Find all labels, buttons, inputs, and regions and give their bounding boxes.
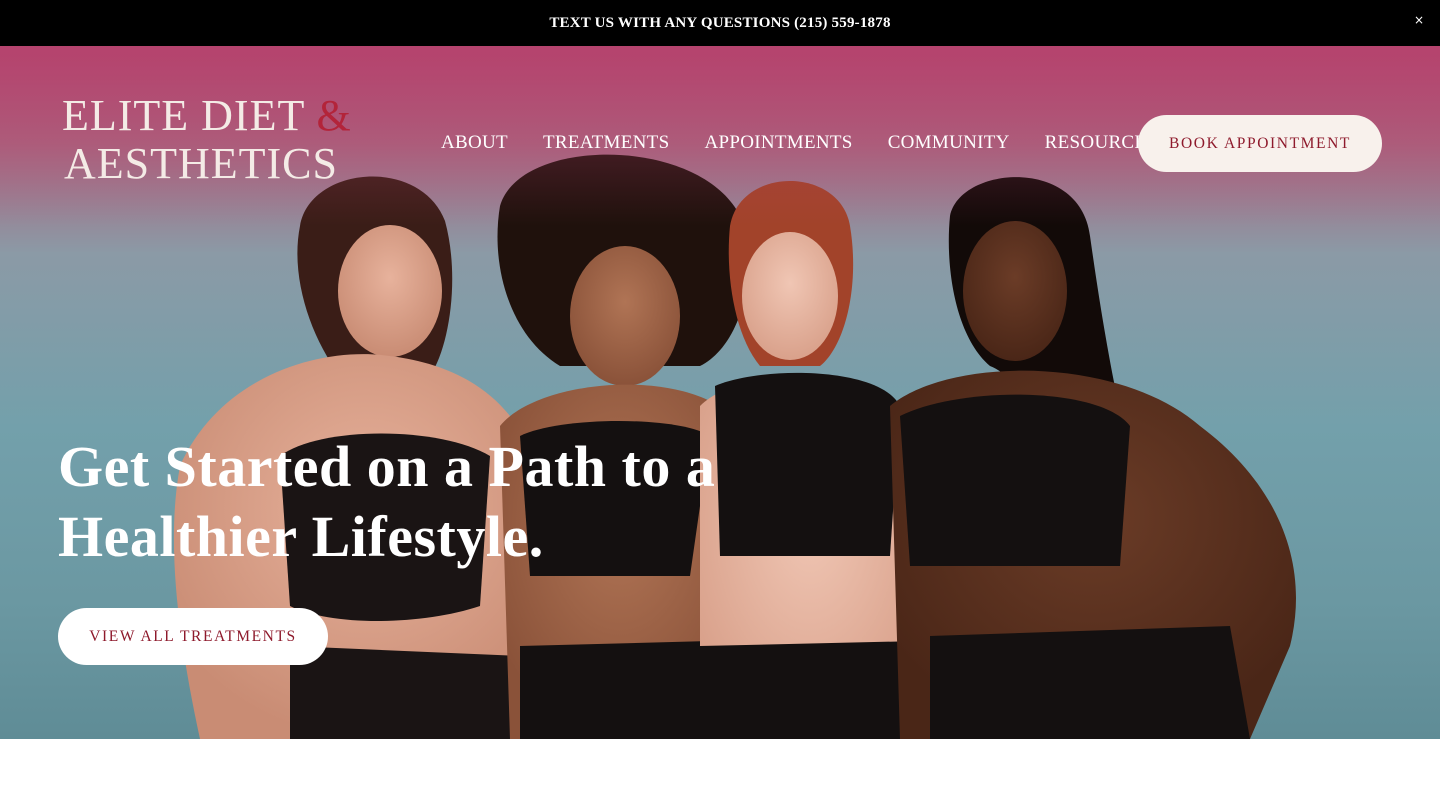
announcement-bar: TEXT US WITH ANY QUESTIONS (215) 559-187…	[0, 0, 1440, 46]
hero-headline: Get Started on a Path to a Healthier Lif…	[58, 432, 758, 572]
nav-item-about[interactable]: ABOUT	[441, 132, 508, 154]
logo-line-2: AESTHETICS	[64, 139, 338, 188]
logo-line-1: ELITE DIET &	[62, 90, 352, 141]
nav-item-treatments[interactable]: TREATMENTS	[543, 132, 670, 154]
announcement-text: TEXT US WITH ANY QUESTIONS (215) 559-187…	[549, 14, 891, 31]
main-nav: ABOUT TREATMENTS APPOINTMENTS COMMUNITY …	[441, 132, 1192, 154]
brand-logo[interactable]: ELITE DIET & AESTHETICS	[62, 90, 351, 194]
logo-name-text: ELITE DIET	[62, 91, 305, 140]
headline-line-2: Healthier Lifestyle.	[58, 504, 544, 569]
logo-ampersand: &	[316, 91, 352, 140]
close-icon[interactable]: ×	[1412, 12, 1426, 28]
nav-item-community[interactable]: COMMUNITY	[888, 132, 1010, 154]
headline-line-1: Get Started on a Path to a	[58, 434, 716, 499]
nav-item-appointments[interactable]: APPOINTMENTS	[704, 132, 852, 154]
hero-section: ELITE DIET & AESTHETICS ABOUT TREATMENTS…	[0, 46, 1440, 739]
book-appointment-button[interactable]: BOOK APPOINTMENT	[1138, 115, 1382, 172]
view-all-treatments-button[interactable]: VIEW ALL TREATMENTS	[58, 608, 328, 665]
